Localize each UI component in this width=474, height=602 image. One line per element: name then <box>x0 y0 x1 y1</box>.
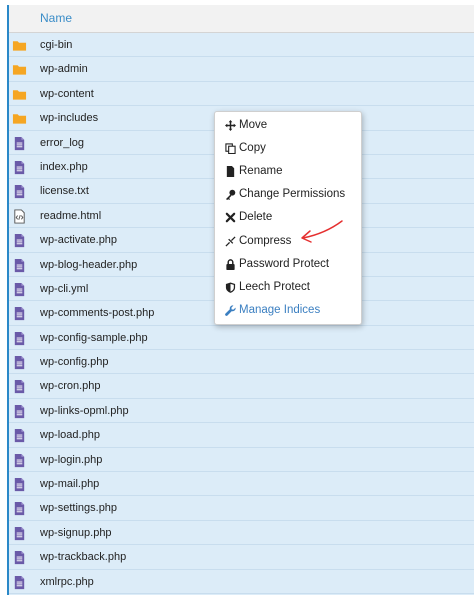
menu-item-label: Change Permissions <box>239 188 346 201</box>
file-name[interactable]: wp-signup.php <box>40 527 112 539</box>
file-name[interactable]: wp-cli.yml <box>40 283 88 295</box>
file-name[interactable]: wp-config-sample.php <box>40 332 148 344</box>
menu-item-password-protect[interactable]: Password Protect <box>225 256 361 276</box>
menu-item-label: Manage Indices <box>239 303 321 316</box>
file-row[interactable]: wp-trackback.php <box>9 545 474 570</box>
file-icon <box>12 136 27 151</box>
file-name[interactable]: wp-settings.php <box>40 502 117 514</box>
menu-item-label: Copy <box>239 142 266 155</box>
file-icon <box>12 306 27 321</box>
file-icon <box>12 428 27 443</box>
file-row[interactable]: wp-config-sample.php <box>9 326 474 351</box>
file-row[interactable]: cgi-bin <box>9 33 474 58</box>
file-name[interactable]: wp-config.php <box>40 356 109 368</box>
file-row[interactable]: wp-cron.php <box>9 374 474 399</box>
folder-icon <box>12 62 27 77</box>
menu-item-copy[interactable]: Copy <box>225 140 361 160</box>
file-name[interactable]: wp-comments-post.php <box>40 307 154 319</box>
wrench-icon <box>225 305 236 316</box>
file-icon <box>12 379 27 394</box>
html-file-icon <box>12 209 27 224</box>
file-icon <box>225 166 236 178</box>
file-name[interactable]: wp-cron.php <box>40 380 101 392</box>
file-row[interactable]: wp-config.php <box>9 350 474 375</box>
file-name[interactable]: wp-mail.php <box>40 478 99 490</box>
file-row[interactable]: wp-load.php <box>9 423 474 448</box>
menu-item-leech-protect[interactable]: Leech Protect <box>225 279 361 299</box>
file-name[interactable]: xmlrpc.php <box>40 576 94 588</box>
file-row[interactable]: wp-admin <box>9 57 474 82</box>
file-name[interactable]: wp-load.php <box>40 429 100 441</box>
file-row[interactable]: wp-content <box>9 82 474 107</box>
file-name[interactable]: cgi-bin <box>40 39 72 51</box>
file-icon <box>12 453 27 468</box>
move-icon <box>225 120 236 131</box>
file-name[interactable]: wp-trackback.php <box>40 551 126 563</box>
file-name[interactable]: license.txt <box>40 185 89 197</box>
menu-item-label: Delete <box>239 211 273 224</box>
menu-item-label: Rename <box>239 165 283 178</box>
file-name[interactable]: error_log <box>40 137 84 149</box>
menu-item-label: Leech Protect <box>239 280 310 293</box>
file-list-header: Name <box>9 5 474 33</box>
file-name[interactable]: wp-activate.php <box>40 234 117 246</box>
menu-item-move[interactable]: Move <box>225 117 361 137</box>
file-icon <box>12 526 27 541</box>
copy-icon <box>225 143 236 155</box>
menu-item-label: Password Protect <box>239 257 330 270</box>
name-column-header[interactable]: Name <box>40 11 72 25</box>
file-row[interactable]: wp-signup.php <box>9 521 474 546</box>
menu-item-rename[interactable]: Rename <box>225 163 361 183</box>
compress-icon <box>225 235 236 247</box>
file-icon <box>12 258 27 273</box>
file-name[interactable]: wp-includes <box>40 112 98 124</box>
file-row[interactable]: wp-login.php <box>9 448 474 473</box>
menu-item-manage-indices[interactable]: Manage Indices <box>225 302 361 322</box>
file-icon <box>12 501 27 516</box>
close-icon <box>225 212 236 223</box>
file-icon <box>12 184 27 199</box>
file-name[interactable]: wp-blog-header.php <box>40 259 137 271</box>
file-icon <box>12 550 27 565</box>
lock-icon <box>225 258 236 270</box>
file-name[interactable]: wp-login.php <box>40 454 102 466</box>
file-row[interactable]: xmlrpc.php <box>9 570 474 594</box>
file-name[interactable]: wp-links-opml.php <box>40 405 129 417</box>
file-name[interactable]: index.php <box>40 161 88 173</box>
file-icon <box>12 575 27 590</box>
file-icon <box>12 331 27 346</box>
shield-icon <box>225 282 236 293</box>
file-icon <box>12 233 27 248</box>
file-icon <box>12 355 27 370</box>
menu-item-label: Compress <box>239 234 292 247</box>
menu-item-change-permissions[interactable]: Change Permissions <box>225 186 361 206</box>
file-icon <box>12 477 27 492</box>
file-icon <box>12 282 27 297</box>
file-icon <box>12 160 27 175</box>
file-name[interactable]: wp-admin <box>40 63 88 75</box>
folder-icon <box>12 38 27 53</box>
file-row[interactable]: wp-links-opml.php <box>9 399 474 424</box>
annotation-arrow <box>301 220 343 243</box>
file-row[interactable]: wp-settings.php <box>9 496 474 521</box>
file-name[interactable]: readme.html <box>40 210 101 222</box>
file-icon <box>12 404 27 419</box>
menu-item-label: Move <box>239 119 268 131</box>
folder-icon <box>12 111 27 126</box>
folder-icon <box>12 87 27 102</box>
file-name[interactable]: wp-content <box>40 88 94 100</box>
key-icon <box>225 189 236 201</box>
file-row[interactable]: wp-mail.php <box>9 472 474 497</box>
